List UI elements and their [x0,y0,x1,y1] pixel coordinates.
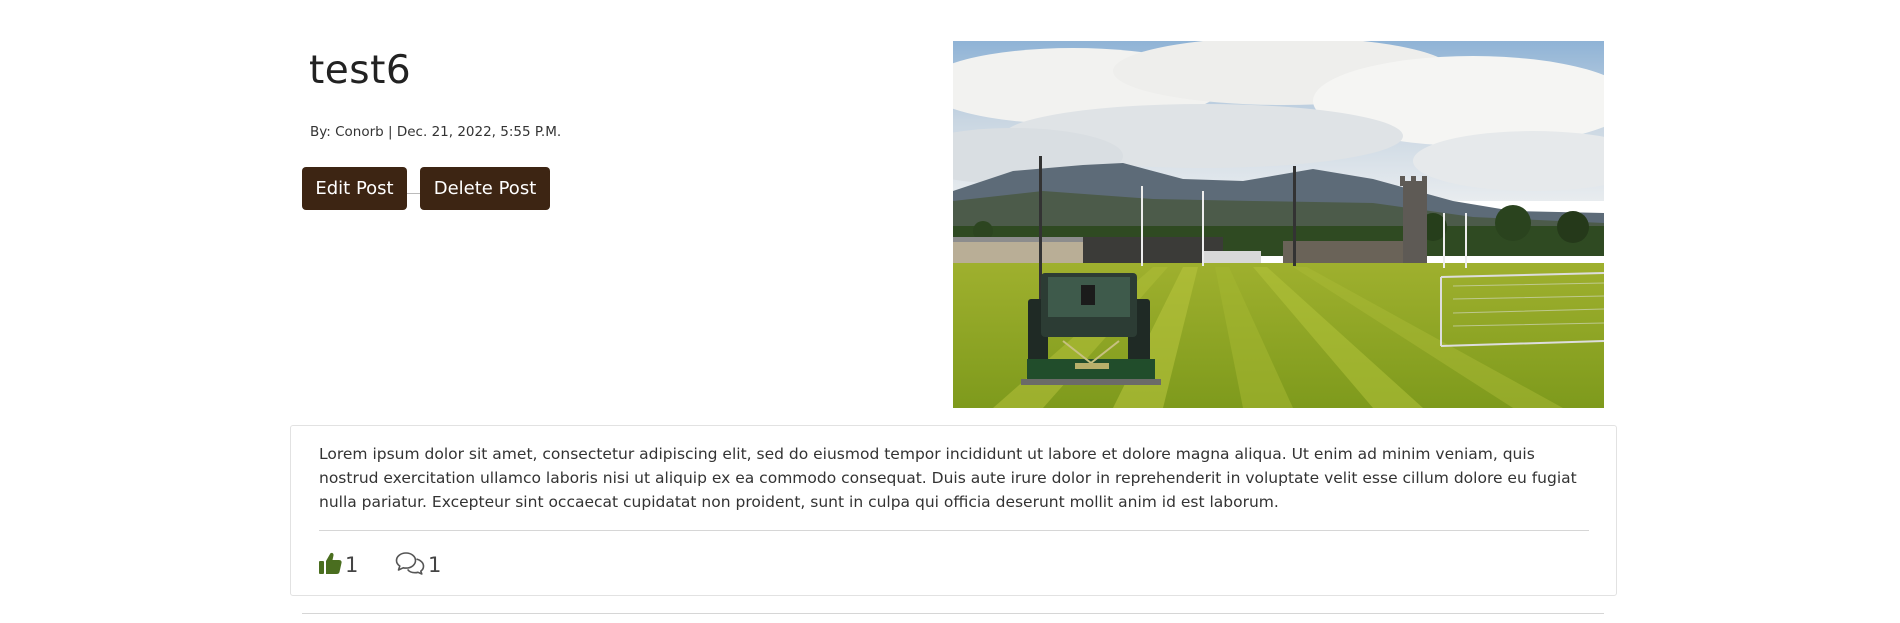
post-detail-page: test6 By: Conorb | Dec. 21, 2022, 5:55 P… [0,0,1900,623]
like-count: 1 [345,553,359,577]
post-title: test6 [309,48,412,93]
delete-post-button[interactable]: Delete Post [420,167,550,210]
thumbs-up-icon [319,552,342,578]
post-body-text: Lorem ipsum dolor sit amet, consectetur … [319,445,1577,511]
comments-button[interactable]: 1 [395,551,441,579]
edit-post-button[interactable]: Edit Post [302,167,407,210]
post-byline: By: Conorb | Dec. 21, 2022, 5:55 P.M. [310,124,562,140]
button-spacer [407,193,420,194]
comments-icon [395,551,425,579]
section-divider [302,613,1604,614]
comment-count: 1 [428,553,442,577]
post-featured-image [953,41,1604,408]
like-button[interactable]: 1 [319,551,358,579]
content-divider [319,530,1589,531]
post-content-card: Lorem ipsum dolor sit amet, consectetur … [290,425,1617,596]
